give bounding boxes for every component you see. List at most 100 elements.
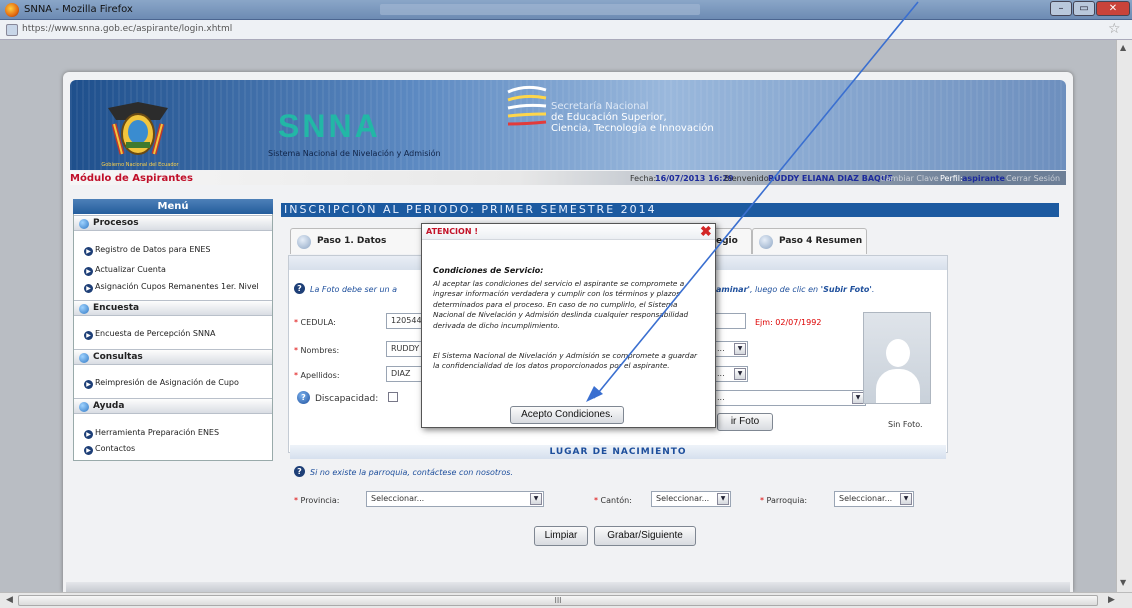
provincia-label: * Provincia:	[294, 496, 340, 505]
secretaria-line2: de Educación Superior,	[551, 112, 667, 123]
arrow-right-icon: ▶	[84, 331, 93, 340]
discapacidad-help-icon: ?	[297, 391, 310, 404]
fecha-nacimiento-input[interactable]	[712, 313, 746, 329]
arrow-right-icon: ▶	[84, 247, 93, 256]
window-title: SNNA - Mozilla Firefox	[24, 4, 133, 15]
parroquia-select[interactable]: Seleccionar... ▼	[834, 491, 914, 507]
apellidos-input[interactable]: DIAZ	[386, 366, 422, 382]
nombres-input[interactable]: RUDDY	[386, 341, 422, 357]
page-footer	[66, 582, 1070, 592]
scroll-up-icon[interactable]: ▲	[1120, 43, 1126, 52]
site-identity-icon[interactable]	[6, 24, 18, 36]
nombres-label: * Nombres:	[294, 346, 340, 355]
menu-item-herramienta[interactable]: ▶ Herramienta Preparación ENES	[84, 428, 219, 439]
modal-title: ATENCION !	[426, 227, 478, 236]
period-title-bar: INSCRIPCIÓN AL PERIODO: PRIMER SEMESTRE …	[281, 203, 1059, 217]
canton-select[interactable]: Seleccionar... ▼	[651, 491, 731, 507]
provincia-select[interactable]: Seleccionar... ▼	[366, 491, 544, 507]
menu-item-asignacion[interactable]: ▶ Asignación Cupos Remanentes 1er. Nivel	[84, 282, 259, 293]
blurred-tab-area	[380, 4, 700, 15]
menu-item-reimpresion[interactable]: ▶ Reimpresión de Asignación de Cupo	[84, 378, 239, 389]
discapacidad-checkbox[interactable]	[388, 392, 398, 402]
photo-hint-start: La Foto debe ser un a	[310, 285, 398, 294]
scroll-thumb[interactable]: III	[18, 595, 1098, 606]
tab-paso1[interactable]: Paso 1. Datos Personal	[290, 228, 425, 270]
address-bar[interactable]: https://www.snna.gob.ec/aspirante/login.…	[0, 20, 1132, 40]
section-bullet-icon	[79, 402, 89, 412]
section-bullet-icon	[79, 304, 89, 314]
fecha-value: 16/07/2013 16:29	[655, 174, 734, 183]
secretaria-line3: Ciencia, Tecnología e Innovación	[551, 123, 714, 134]
cerrar-sesion-link[interactable]: Cerrar Sesión	[1006, 174, 1060, 183]
arrow-right-icon: ▶	[84, 430, 93, 439]
menu-item-actualizar[interactable]: ▶ Actualizar Cuenta	[84, 265, 166, 276]
photo-placeholder	[863, 312, 931, 404]
tab-paso3[interactable]: egio	[712, 228, 752, 254]
menu-item-registro[interactable]: ▶ Registro de Datos para ENES	[84, 245, 211, 256]
accept-conditions-button[interactable]: Acepto Condiciones.	[510, 406, 624, 424]
snna-logo: SNNA	[278, 108, 381, 144]
close-window-button[interactable]: ✕	[1096, 1, 1130, 16]
gov-caption: Gobierno Nacional del Ecuador	[101, 162, 179, 168]
dropdown-icon[interactable]: ▼	[734, 368, 746, 380]
user-name: RUDDY ELIANA DIAZ BAQUE	[768, 174, 893, 183]
section-bullet-icon	[79, 353, 89, 363]
perfil-value: aspirante	[962, 174, 1005, 183]
menu-section-consultas[interactable]: Consultas	[74, 349, 272, 365]
menu-item-contactos[interactable]: ▶ Contactos	[84, 444, 135, 455]
step-icon	[297, 235, 311, 249]
cambiar-clave-link[interactable]: Cambiar Clave	[880, 174, 939, 183]
browser-titlebar: SNNA - Mozilla Firefox – ▭ ✕	[0, 0, 1132, 20]
secretaria-line1: Secretaría Nacional	[551, 101, 649, 112]
step-icon	[759, 235, 773, 249]
dropdown-icon[interactable]: ▼	[900, 493, 912, 505]
minimize-button[interactable]: –	[1050, 1, 1072, 16]
cedula-label: * CEDULA:	[294, 318, 336, 327]
fecha-example-hint: Ejm: 02/07/1992	[755, 318, 822, 327]
scroll-down-icon[interactable]: ▼	[1120, 578, 1126, 587]
arrow-right-icon: ▶	[84, 284, 93, 293]
ecuador-crest-icon	[108, 102, 168, 155]
url-text[interactable]: https://www.snna.gob.ec/aspirante/login.…	[22, 24, 232, 34]
menu-title: Menú	[73, 199, 273, 214]
cedula-input[interactable]: 120544	[386, 313, 422, 329]
horizontal-scrollbar[interactable]: ◀ III ▶	[0, 592, 1132, 608]
discapacidad-select[interactable]: ... ▼	[712, 390, 866, 406]
dropdown-icon[interactable]: ▼	[717, 493, 729, 505]
snna-subtitle: Sistema Nacional de Nivelación y Admisió…	[268, 149, 441, 158]
firefox-icon	[5, 3, 19, 17]
menu-item-encuesta[interactable]: ▶ Encuesta de Percepción SNNA	[84, 329, 215, 340]
perfil-label: Perfil:	[940, 174, 963, 183]
limpiar-button[interactable]: Limpiar	[534, 526, 588, 546]
grabar-siguiente-button[interactable]: Grabar/Siguiente	[594, 526, 696, 546]
bienvenido-label: Bienvenido:	[724, 174, 772, 183]
section-bullet-icon	[79, 219, 89, 229]
dropdown-icon[interactable]: ▼	[530, 493, 542, 505]
question-icon: ?	[294, 283, 305, 294]
bookmark-star-icon[interactable]: ☆	[1108, 21, 1121, 37]
scroll-right-icon[interactable]: ▶	[1108, 595, 1115, 605]
lugar-nacimiento-header: LUGAR DE NACIMIENTO	[290, 445, 946, 459]
apellidos-label: * Apellidos:	[294, 371, 340, 380]
menu-section-encuesta[interactable]: Encuesta	[74, 300, 272, 316]
dropdown-icon[interactable]: ▼	[734, 343, 746, 355]
tab-paso4[interactable]: Paso 4 Resumen	[752, 228, 867, 254]
vertical-scrollbar[interactable]: ▲ ▼	[1116, 40, 1132, 592]
close-icon[interactable]: ✖	[700, 223, 712, 240]
menu-section-ayuda[interactable]: Ayuda	[74, 398, 272, 414]
modal-paragraph-1: Al aceptar las condiciones del servicio …	[433, 279, 689, 330]
scroll-left-icon[interactable]: ◀	[6, 595, 13, 605]
apellidos-extra-select[interactable]: ... ▼	[712, 366, 748, 382]
canton-label: * Cantón:	[594, 496, 632, 505]
modal-paragraph-2: El Sistema Nacional de Nivelación y Admi…	[433, 351, 698, 371]
question-icon: ?	[294, 466, 305, 477]
parroquia-label: * Parroquia:	[760, 496, 808, 505]
module-title: Módulo de Aspirantes	[70, 173, 193, 184]
nombres-extra-select[interactable]: ... ▼	[712, 341, 748, 357]
photo-hint-end: aminar', luego de clic en 'Subir Foto'.	[716, 285, 875, 294]
modal-subtitle: Condiciones de Servicio:	[433, 266, 544, 275]
maximize-button[interactable]: ▭	[1073, 1, 1095, 16]
menu-section-procesos[interactable]: Procesos	[74, 215, 272, 231]
secretaria-logo-icon	[507, 85, 547, 126]
subir-foto-button[interactable]: ir Foto	[717, 413, 773, 431]
